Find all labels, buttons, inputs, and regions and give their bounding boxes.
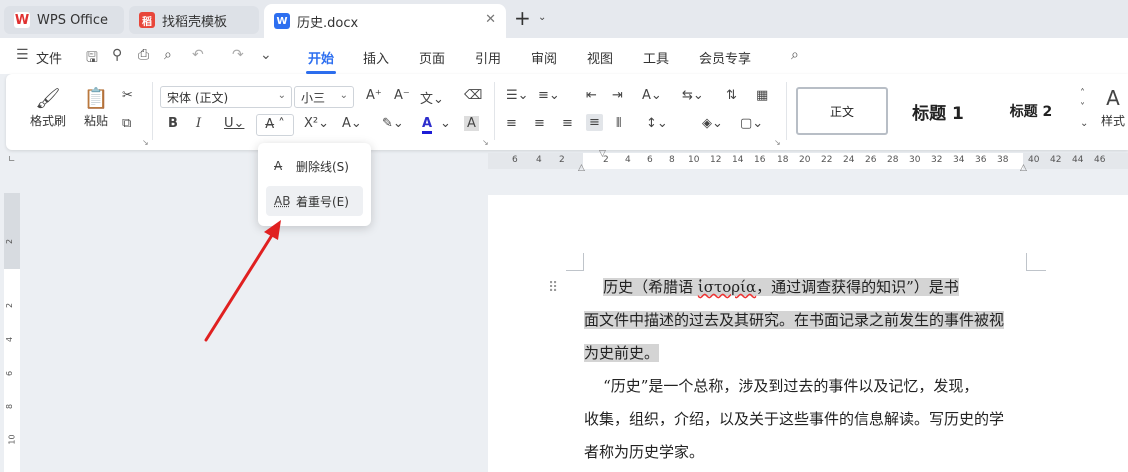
annotation-arrow: [204, 220, 281, 342]
